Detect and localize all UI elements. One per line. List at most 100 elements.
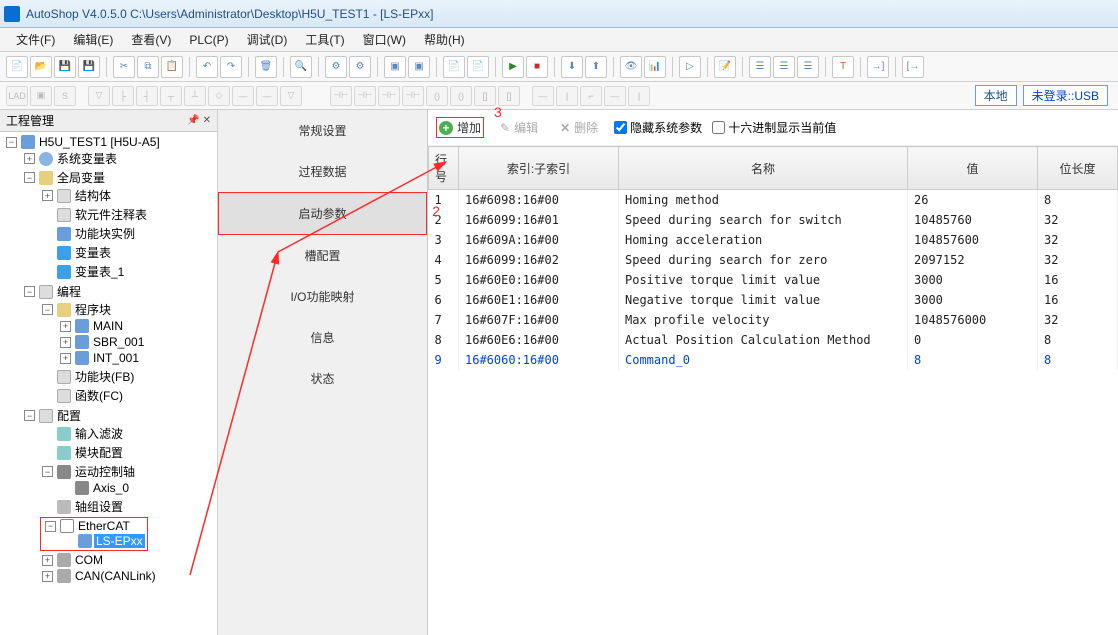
tb-open[interactable]: 📂 bbox=[30, 56, 52, 78]
cell[interactable]: Homing acceleration bbox=[619, 230, 908, 250]
cell[interactable]: 16#609A:16#00 bbox=[459, 230, 619, 250]
cell[interactable]: 16#607F:16#00 bbox=[459, 310, 619, 330]
table-row[interactable]: 316#609A:16#00Homing acceleration1048576… bbox=[429, 230, 1118, 250]
cell[interactable]: 8 bbox=[1038, 190, 1118, 211]
table-row[interactable]: 616#60E1:16#00Negative torque limit valu… bbox=[429, 290, 1118, 310]
cell[interactable]: 2097152 bbox=[908, 250, 1038, 270]
cell[interactable]: 26 bbox=[908, 190, 1038, 211]
tab-status[interactable]: 状态 bbox=[218, 358, 427, 399]
cell[interactable]: 4 bbox=[429, 250, 459, 270]
menu-debug[interactable]: 调试(D) bbox=[239, 29, 296, 50]
cell[interactable]: 32 bbox=[1038, 210, 1118, 230]
tb-undo[interactable]: ↶ bbox=[196, 56, 218, 78]
edit-button[interactable]: ✎ 编辑 bbox=[494, 117, 544, 138]
pin-icon[interactable]: 📌 ✕ bbox=[187, 115, 211, 126]
menu-window[interactable]: 窗口(W) bbox=[355, 29, 414, 50]
cell[interactable]: 0 bbox=[908, 330, 1038, 350]
table-row[interactable]: 416#6099:16#02Speed during search for ze… bbox=[429, 250, 1118, 270]
tb-doc1[interactable]: 📄 bbox=[443, 56, 465, 78]
tb-new[interactable]: 📄 bbox=[6, 56, 28, 78]
hide-sysparams-checkbox[interactable]: 隐藏系统参数 bbox=[614, 119, 702, 136]
delete-button[interactable]: ✕ 删除 bbox=[554, 117, 604, 138]
table-row[interactable]: 116#6098:16#00Homing method268 bbox=[429, 190, 1118, 211]
tb-test[interactable]: T bbox=[832, 56, 854, 78]
lad-coil[interactable]: [] bbox=[498, 86, 520, 106]
cell[interactable]: 10485760 bbox=[908, 210, 1038, 230]
cell[interactable]: 9 bbox=[429, 350, 459, 370]
lad-contact[interactable]: ⊣⊢ bbox=[378, 86, 400, 106]
lad-line[interactable]: | bbox=[628, 86, 650, 106]
table-row[interactable]: 516#60E0:16#00Positive torque limit valu… bbox=[429, 270, 1118, 290]
tb-net2[interactable]: ☰ bbox=[773, 56, 795, 78]
col-bitlen[interactable]: 位长度 bbox=[1038, 147, 1118, 190]
tb-upload[interactable]: ⬆ bbox=[585, 56, 607, 78]
cell[interactable]: 16#6099:16#02 bbox=[459, 250, 619, 270]
tb-stop[interactable]: ■ bbox=[526, 56, 548, 78]
tb-compileall[interactable]: ⚙ bbox=[349, 56, 371, 78]
lad-btn3[interactable]: S bbox=[54, 86, 76, 106]
tb-delete[interactable]: 🗑 bbox=[255, 56, 277, 78]
lad-tool[interactable]: ┤ bbox=[136, 86, 158, 106]
menu-tools[interactable]: 工具(T) bbox=[297, 29, 352, 50]
table-row[interactable]: 716#607F:16#00Max profile velocity104857… bbox=[429, 310, 1118, 330]
tb-paste[interactable]: 📋 bbox=[161, 56, 183, 78]
cell[interactable]: Max profile velocity bbox=[619, 310, 908, 330]
hex-display-checkbox[interactable]: 十六进制显示当前值 bbox=[712, 119, 836, 136]
login-status-button[interactable]: 未登录::USB bbox=[1023, 85, 1108, 106]
tb-doc2[interactable]: 📄 bbox=[467, 56, 489, 78]
cell[interactable]: Command_0 bbox=[619, 350, 908, 370]
lad-line[interactable]: ⌐ bbox=[580, 86, 602, 106]
tb-monitor[interactable]: 👁 bbox=[620, 56, 642, 78]
params-table[interactable]: 行号 索引:子索引 名称 值 位长度 116#6098:16#00Homing … bbox=[428, 146, 1118, 635]
tb-net3[interactable]: ☰ bbox=[797, 56, 819, 78]
tb-edit1[interactable]: 📝 bbox=[714, 56, 736, 78]
lad-tool[interactable]: ┴ bbox=[184, 86, 206, 106]
lad-tool[interactable]: ◇ bbox=[208, 86, 230, 106]
tb-window2[interactable]: ▣ bbox=[408, 56, 430, 78]
lad-tool[interactable]: ┬ bbox=[160, 86, 182, 106]
cell[interactable]: 8 bbox=[429, 330, 459, 350]
tb-cut[interactable]: ✂ bbox=[113, 56, 135, 78]
cell[interactable]: 8 bbox=[908, 350, 1038, 370]
tree-globals[interactable]: 全局变量 bbox=[55, 169, 107, 186]
cell[interactable]: Actual Position Calculation Method bbox=[619, 330, 908, 350]
tb-window1[interactable]: ▣ bbox=[384, 56, 406, 78]
lad-tool[interactable]: ├ bbox=[112, 86, 134, 106]
table-row[interactable]: 216#6099:16#01Speed during search for sw… bbox=[429, 210, 1118, 230]
menu-plc[interactable]: PLC(P) bbox=[181, 31, 236, 49]
lad-coil[interactable]: () bbox=[426, 86, 448, 106]
cell[interactable]: 16#6099:16#01 bbox=[459, 210, 619, 230]
lad-coil[interactable]: () bbox=[450, 86, 472, 106]
tab-info[interactable]: 信息 bbox=[218, 317, 427, 358]
col-index[interactable]: 索引:子索引 bbox=[459, 147, 619, 190]
cell[interactable]: 1048576000 bbox=[908, 310, 1038, 330]
col-lineno[interactable]: 行号 bbox=[429, 147, 459, 190]
cell[interactable]: 16#60E0:16#00 bbox=[459, 270, 619, 290]
menu-help[interactable]: 帮助(H) bbox=[416, 29, 473, 50]
tb-download[interactable]: ⬇ bbox=[561, 56, 583, 78]
col-value[interactable]: 值 bbox=[908, 147, 1038, 190]
tree-ethercat[interactable]: EtherCAT bbox=[76, 519, 132, 533]
cell[interactable]: Speed during search for zero bbox=[619, 250, 908, 270]
cell[interactable]: 16#60E6:16#00 bbox=[459, 330, 619, 350]
tree-sysvars[interactable]: 系统变量表 bbox=[55, 150, 119, 167]
add-button[interactable]: + 增加 bbox=[436, 117, 484, 138]
lad-contact[interactable]: ⊣⊢ bbox=[402, 86, 424, 106]
tab-general[interactable]: 常规设置 bbox=[218, 110, 427, 151]
tb-search[interactable]: 🔍 bbox=[290, 56, 312, 78]
tb-saveall[interactable]: 💾 bbox=[78, 56, 100, 78]
tb-logout[interactable]: [→ bbox=[902, 56, 924, 78]
cell[interactable]: Negative torque limit value bbox=[619, 290, 908, 310]
lad-line[interactable]: | bbox=[556, 86, 578, 106]
cell[interactable]: 32 bbox=[1038, 230, 1118, 250]
tree-root[interactable]: H5U_TEST1 [H5U-A5] bbox=[37, 135, 162, 149]
cell[interactable]: 8 bbox=[1038, 350, 1118, 370]
cell[interactable]: 32 bbox=[1038, 310, 1118, 330]
cell[interactable]: 16#60E1:16#00 bbox=[459, 290, 619, 310]
tb-copy[interactable]: ⧉ bbox=[137, 56, 159, 78]
lad-tool[interactable]: — bbox=[256, 86, 278, 106]
menu-view[interactable]: 查看(V) bbox=[123, 29, 179, 50]
tab-slotconfig[interactable]: 槽配置 bbox=[218, 235, 427, 276]
cell[interactable]: 16#6098:16#00 bbox=[459, 190, 619, 211]
tree-lsepxx[interactable]: LS-EPxx bbox=[94, 534, 145, 548]
